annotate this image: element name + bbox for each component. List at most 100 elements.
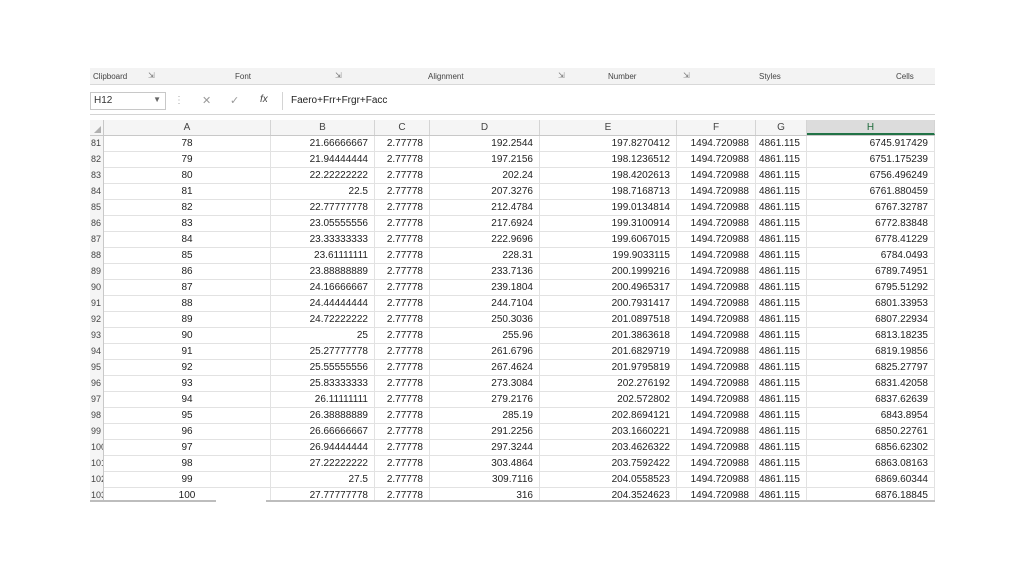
cell-a[interactable]: 80 bbox=[104, 168, 271, 184]
cell-a[interactable]: 85 bbox=[104, 248, 271, 264]
ribbon-group-alignment[interactable]: Alignment bbox=[428, 72, 464, 81]
cell-c[interactable]: 2.77778 bbox=[375, 440, 430, 456]
cell-f[interactable]: 1494.720988 bbox=[677, 360, 756, 376]
horizontal-scroll-track[interactable] bbox=[266, 500, 935, 502]
cell-d[interactable]: 207.3276 bbox=[430, 184, 540, 200]
cell-b[interactable]: 23.33333333 bbox=[271, 232, 375, 248]
cell-b[interactable]: 22.77777778 bbox=[271, 200, 375, 216]
cell-d[interactable]: 228.31 bbox=[430, 248, 540, 264]
cell-f[interactable]: 1494.720988 bbox=[677, 152, 756, 168]
cell-g[interactable]: 4861.115 bbox=[756, 264, 807, 280]
cell-h[interactable]: 6869.60344 bbox=[807, 472, 935, 488]
row-header[interactable]: 91 bbox=[90, 296, 104, 312]
font-launcher-icon[interactable]: ⇲ bbox=[335, 71, 342, 80]
cell-e[interactable]: 197.8270412 bbox=[540, 136, 677, 152]
number-launcher-icon[interactable]: ⇲ bbox=[683, 71, 690, 80]
cell-d[interactable]: 250.3036 bbox=[430, 312, 540, 328]
column-header-a[interactable]: A bbox=[104, 120, 271, 135]
row-header[interactable]: 90 bbox=[90, 280, 104, 296]
cell-d[interactable]: 217.6924 bbox=[430, 216, 540, 232]
cell-f[interactable]: 1494.720988 bbox=[677, 200, 756, 216]
cell-a[interactable]: 79 bbox=[104, 152, 271, 168]
cell-b[interactable]: 25.27777778 bbox=[271, 344, 375, 360]
cell-c[interactable]: 2.77778 bbox=[375, 136, 430, 152]
cell-b[interactable]: 23.05555556 bbox=[271, 216, 375, 232]
cell-c[interactable]: 2.77778 bbox=[375, 376, 430, 392]
cell-d[interactable]: 197.2156 bbox=[430, 152, 540, 168]
cell-f[interactable]: 1494.720988 bbox=[677, 424, 756, 440]
row-header[interactable]: 99 bbox=[90, 424, 104, 440]
cell-a[interactable]: 87 bbox=[104, 280, 271, 296]
row-header[interactable]: 89 bbox=[90, 264, 104, 280]
cell-c[interactable]: 2.77778 bbox=[375, 392, 430, 408]
cell-h[interactable]: 6825.27797 bbox=[807, 360, 935, 376]
row-header[interactable]: 93 bbox=[90, 328, 104, 344]
cell-c[interactable]: 2.77778 bbox=[375, 312, 430, 328]
cell-h[interactable]: 6761.880459 bbox=[807, 184, 935, 200]
row-header[interactable]: 83 bbox=[90, 168, 104, 184]
row-header[interactable]: 94 bbox=[90, 344, 104, 360]
cell-h[interactable]: 6819.19856 bbox=[807, 344, 935, 360]
cell-h[interactable]: 6801.33953 bbox=[807, 296, 935, 312]
cell-g[interactable]: 4861.115 bbox=[756, 232, 807, 248]
alignment-launcher-icon[interactable]: ⇲ bbox=[558, 71, 565, 80]
cell-c[interactable]: 2.77778 bbox=[375, 344, 430, 360]
row-header[interactable]: 81 bbox=[90, 136, 104, 152]
row-header[interactable]: 98 bbox=[90, 408, 104, 424]
cell-h[interactable]: 6795.51292 bbox=[807, 280, 935, 296]
cell-b[interactable]: 22.5 bbox=[271, 184, 375, 200]
cell-b[interactable]: 22.22222222 bbox=[271, 168, 375, 184]
cell-e[interactable]: 202.276192 bbox=[540, 376, 677, 392]
cell-a[interactable]: 93 bbox=[104, 376, 271, 392]
cell-e[interactable]: 198.4202613 bbox=[540, 168, 677, 184]
cell-h[interactable]: 6837.62639 bbox=[807, 392, 935, 408]
cell-f[interactable]: 1494.720988 bbox=[677, 280, 756, 296]
cell-f[interactable]: 1494.720988 bbox=[677, 440, 756, 456]
cell-b[interactable]: 21.94444444 bbox=[271, 152, 375, 168]
cell-e[interactable]: 199.9033115 bbox=[540, 248, 677, 264]
column-header-e[interactable]: E bbox=[540, 120, 677, 135]
cell-c[interactable]: 2.77778 bbox=[375, 216, 430, 232]
ribbon-group-styles[interactable]: Styles bbox=[759, 72, 781, 81]
row-header[interactable]: 100 bbox=[90, 440, 104, 456]
clipboard-launcher-icon[interactable]: ⇲ bbox=[148, 71, 155, 80]
chevron-down-icon[interactable]: ▼ bbox=[153, 95, 161, 104]
cell-h[interactable]: 6807.22934 bbox=[807, 312, 935, 328]
cell-h[interactable]: 6863.08163 bbox=[807, 456, 935, 472]
horizontal-scroll-track[interactable] bbox=[90, 500, 216, 502]
cell-e[interactable]: 202.8694121 bbox=[540, 408, 677, 424]
cell-e[interactable]: 200.1999216 bbox=[540, 264, 677, 280]
cell-c[interactable]: 2.77778 bbox=[375, 328, 430, 344]
cell-f[interactable]: 1494.720988 bbox=[677, 392, 756, 408]
cell-g[interactable]: 4861.115 bbox=[756, 440, 807, 456]
cell-d[interactable]: 233.7136 bbox=[430, 264, 540, 280]
insert-function-icon[interactable]: fx bbox=[260, 94, 268, 105]
cell-g[interactable]: 4861.115 bbox=[756, 472, 807, 488]
cell-e[interactable]: 199.0134814 bbox=[540, 200, 677, 216]
cell-d[interactable]: 202.24 bbox=[430, 168, 540, 184]
cell-e[interactable]: 201.0897518 bbox=[540, 312, 677, 328]
cell-g[interactable]: 4861.115 bbox=[756, 296, 807, 312]
cell-g[interactable]: 4861.115 bbox=[756, 248, 807, 264]
cell-e[interactable]: 202.572802 bbox=[540, 392, 677, 408]
cell-e[interactable]: 201.9795819 bbox=[540, 360, 677, 376]
cell-d[interactable]: 267.4624 bbox=[430, 360, 540, 376]
select-all-button[interactable] bbox=[90, 120, 104, 135]
cell-g[interactable]: 4861.115 bbox=[756, 200, 807, 216]
cell-d[interactable]: 261.6796 bbox=[430, 344, 540, 360]
cell-e[interactable]: 203.4626322 bbox=[540, 440, 677, 456]
row-header[interactable]: 82 bbox=[90, 152, 104, 168]
cell-h[interactable]: 6745.917429 bbox=[807, 136, 935, 152]
cell-b[interactable]: 27.5 bbox=[271, 472, 375, 488]
cell-a[interactable]: 94 bbox=[104, 392, 271, 408]
cell-b[interactable]: 26.11111111 bbox=[271, 392, 375, 408]
row-header[interactable]: 95 bbox=[90, 360, 104, 376]
cell-f[interactable]: 1494.720988 bbox=[677, 408, 756, 424]
cell-b[interactable]: 24.44444444 bbox=[271, 296, 375, 312]
cell-g[interactable]: 4861.115 bbox=[756, 392, 807, 408]
cell-a[interactable]: 97 bbox=[104, 440, 271, 456]
cell-g[interactable]: 4861.115 bbox=[756, 184, 807, 200]
cell-f[interactable]: 1494.720988 bbox=[677, 232, 756, 248]
cell-e[interactable]: 200.4965317 bbox=[540, 280, 677, 296]
cell-c[interactable]: 2.77778 bbox=[375, 280, 430, 296]
